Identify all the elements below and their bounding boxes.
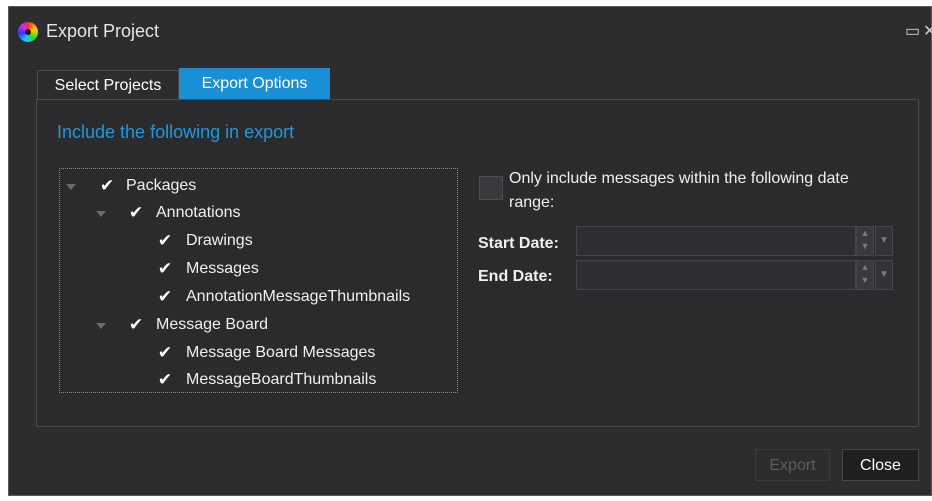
start-date-spinner[interactable]: ▲ ▼ — [856, 226, 874, 256]
tree-node-label: MessageBoardThumbnails — [186, 371, 377, 388]
tree-node-label: Packages — [126, 177, 197, 194]
maximize-icon[interactable]: ▭ — [905, 21, 920, 41]
date-range-label: Only include messages within the followi… — [509, 170, 849, 211]
color-wheel-app-icon — [18, 22, 38, 42]
date-range-checkbox[interactable] — [479, 176, 503, 200]
tree-node-label: Message Board Messages — [186, 344, 376, 361]
checkbox-message-board[interactable]: ✔ — [125, 314, 147, 336]
end-date-dropdown-icon[interactable]: ▼ — [875, 260, 893, 290]
close-window-icon[interactable]: ✕ — [923, 21, 932, 41]
checkbox-packages[interactable]: ✔ — [96, 175, 118, 197]
export-options-panel: Include the following in export ✔ Packag… — [36, 99, 919, 427]
checkbox-message-board-messages[interactable]: ✔ — [154, 342, 176, 364]
end-date-spinner[interactable]: ▲ ▼ — [856, 260, 874, 290]
expander-icon[interactable] — [96, 323, 106, 329]
close-button[interactable]: Close — [842, 449, 919, 481]
title-bar[interactable]: Export Project ▭ ✕ — [9, 7, 932, 57]
tree-node-label: Messages — [186, 260, 259, 277]
expander-icon[interactable] — [66, 184, 76, 190]
tree-node-label: Drawings — [186, 232, 253, 249]
export-button[interactable]: Export — [755, 449, 830, 481]
start-date-dropdown-icon[interactable]: ▼ — [875, 226, 893, 256]
checkbox-annotations[interactable]: ✔ — [125, 202, 147, 224]
package-tree: ✔ Packages ✔ Annotations ✔ Drawings ✔ Me… — [59, 168, 458, 393]
checkbox-annotation-message-thumbnails[interactable]: ✔ — [154, 286, 176, 308]
checkbox-message-board-thumbnails[interactable]: ✔ — [154, 369, 176, 391]
expander-icon[interactable] — [96, 211, 106, 217]
tab-export-options[interactable]: Export Options — [179, 68, 330, 100]
tree-node-label: AnnotationMessageThumbnails — [186, 288, 411, 305]
tab-select-projects[interactable]: Select Projects — [37, 70, 179, 100]
panel-heading: Include the following in export — [57, 122, 295, 142]
checkbox-messages[interactable]: ✔ — [154, 258, 176, 280]
start-date-label: Start Date: — [478, 235, 559, 252]
start-date-input[interactable] — [576, 226, 856, 256]
end-date-label: End Date: — [478, 268, 553, 285]
tree-node-label: Annotations — [156, 204, 241, 221]
window-title: Export Project — [46, 21, 160, 41]
checkbox-drawings[interactable]: ✔ — [154, 230, 176, 252]
tree-node-label: Message Board — [156, 316, 269, 333]
export-project-window: Export Project ▭ ✕ Select Projects Expor… — [8, 6, 932, 496]
end-date-input[interactable] — [576, 260, 856, 290]
